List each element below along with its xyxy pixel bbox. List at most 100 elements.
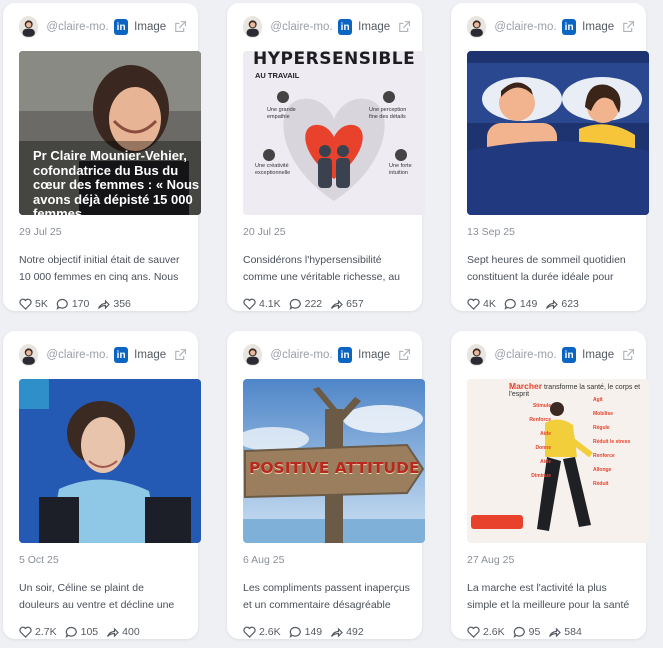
likes-count: 2.6K [483, 626, 505, 638]
comments-count: 149 [304, 626, 323, 638]
post-type-label: Image [582, 21, 615, 33]
avatar[interactable] [19, 344, 39, 366]
external-link-icon[interactable] [398, 20, 410, 34]
card-header: @claire-mo... in Image [467, 343, 634, 367]
image-label: Renforce [593, 453, 615, 459]
share-icon [549, 627, 562, 638]
linkedin-icon: in [562, 19, 577, 35]
card-header: @claire-mo... in Image [467, 15, 634, 39]
linkedin-icon: in [114, 19, 129, 35]
image-label: Une créativité exceptionnelle [255, 163, 291, 176]
card-header: @claire-mo... in Image [19, 343, 186, 367]
post-text: Considérons l'hypersensibilité comme une… [243, 254, 400, 283]
post-image[interactable]: Pr Claire Mounier-Vehier, cofondatrice d… [19, 51, 201, 215]
comment-icon [289, 298, 301, 310]
post-image[interactable]: Marcher transforme la santé, le corps et… [467, 379, 649, 543]
post-image[interactable] [467, 51, 649, 215]
post-type-label: Image [134, 349, 167, 361]
avatar[interactable] [243, 16, 263, 38]
external-link-icon[interactable] [174, 348, 186, 362]
share-icon [107, 627, 119, 638]
image-label: Une perception fine des détails [369, 107, 407, 120]
comments-count: 170 [71, 298, 90, 310]
image-caption: Pr Claire Mounier-Vehier, cofondatrice d… [33, 149, 200, 215]
image-label: Aide [540, 431, 551, 437]
image-subtitle: AU TRAVAIL [255, 71, 300, 80]
post-stats: 2.6K 95 584 [467, 626, 634, 638]
comment-icon [504, 298, 516, 310]
image-label: Réduit le stress [593, 439, 631, 445]
author-handle[interactable]: @claire-mo... [46, 349, 108, 361]
image-label: Renforce [529, 417, 551, 423]
shares-count: 657 [346, 298, 364, 310]
image-label: Donne [535, 445, 551, 451]
post-stats: 4.1K 222 657 [243, 298, 410, 310]
linkedin-icon: in [338, 347, 353, 363]
post-card[interactable]: @claire-mo... in Image Pr Claire Mounier… [3, 3, 201, 311]
author-handle[interactable]: @claire-mo... [270, 349, 332, 361]
author-handle[interactable]: @claire-mo... [494, 21, 556, 33]
post-card[interactable]: @claire-mo... in Image HYPERSENSIBLE AU … [227, 3, 425, 311]
avatar[interactable] [19, 16, 39, 38]
card-header: @claire-mo... in Image [19, 15, 186, 39]
post-text: Notre objectif initial était de sauver 1… [19, 254, 180, 283]
heart-icon [467, 626, 480, 638]
shares-count: 492 [346, 626, 364, 638]
external-link-icon[interactable] [622, 348, 634, 362]
avatar[interactable] [467, 16, 487, 38]
image-label: Stimule [532, 403, 551, 409]
comment-icon [65, 626, 77, 638]
comments-count: 222 [304, 298, 323, 310]
post-image[interactable]: POSITIVE ATTITUDE [243, 379, 425, 543]
post-text: Les compliments passent inaperçus et un … [243, 582, 410, 611]
external-link-icon[interactable] [398, 348, 410, 362]
external-link-icon[interactable] [174, 20, 186, 34]
share-icon [546, 299, 559, 310]
post-image[interactable]: HYPERSENSIBLE AU TRAVAIL Une grande empa… [243, 51, 425, 215]
image-labels-right: Agit Mobilise Régule Réduit le stress Re… [593, 393, 643, 491]
post-card[interactable]: @claire-mo... in Image POSITIVE ATTITUDE… [227, 331, 425, 639]
image-title: HYPERSENSIBLE [253, 51, 416, 69]
post-card[interactable]: @claire-mo... in Image 13 Sep 25 Sept he… [451, 3, 649, 311]
author-handle[interactable]: @claire-mo... [270, 21, 332, 33]
image-labels-left: Stimule Renforce Aide Donne Aide Diminue [515, 399, 551, 483]
comment-icon [289, 626, 301, 638]
comment-icon [56, 298, 68, 310]
image-label: Une grande empathie [267, 107, 296, 120]
avatar[interactable] [467, 344, 487, 366]
card-header: @claire-mo... in Image [243, 15, 410, 39]
likes-count: 2.6K [259, 626, 281, 638]
linkedin-icon: in [338, 19, 353, 35]
image-label: Allonge [593, 467, 612, 473]
shares-count: 400 [122, 626, 140, 638]
external-link-icon[interactable] [622, 20, 634, 34]
comments-count: 149 [519, 298, 538, 310]
image-label: Aide [540, 459, 551, 465]
image-title-highlight: Marcher [509, 381, 543, 391]
share-icon [331, 299, 343, 310]
post-type-label: Image [134, 21, 167, 33]
likes-count: 4K [483, 298, 496, 310]
comment-icon [513, 626, 525, 638]
avatar[interactable] [243, 344, 263, 366]
post-text: Sept heures de sommeil quotidien constit… [467, 254, 626, 283]
post-text: La marche est l'activité la plus simple … [467, 582, 630, 611]
image-label: Mobilise [593, 411, 614, 417]
post-date: 13 Sep 25 [467, 226, 515, 238]
post-type-label: Image [582, 349, 615, 361]
image-label: Réduit [593, 481, 609, 487]
heart-icon [19, 298, 32, 310]
heart-icon [243, 626, 256, 638]
post-card[interactable]: @claire-mo... in Image 5 Oct 25 Un soir,… [3, 331, 201, 639]
likes-count: 2.7K [35, 626, 57, 638]
post-date: 6 Aug 25 [243, 554, 285, 566]
post-stats: 4K 149 623 [467, 298, 634, 310]
post-image[interactable] [19, 379, 201, 543]
post-card[interactable]: @claire-mo... in Image Marcher transform… [451, 331, 649, 639]
heart-icon [19, 626, 32, 638]
linkedin-icon: in [114, 347, 129, 363]
author-handle[interactable]: @claire-mo... [494, 349, 556, 361]
post-date: 27 Aug 25 [467, 554, 515, 566]
author-handle[interactable]: @claire-mo... [46, 21, 108, 33]
shares-count: 623 [561, 298, 579, 310]
